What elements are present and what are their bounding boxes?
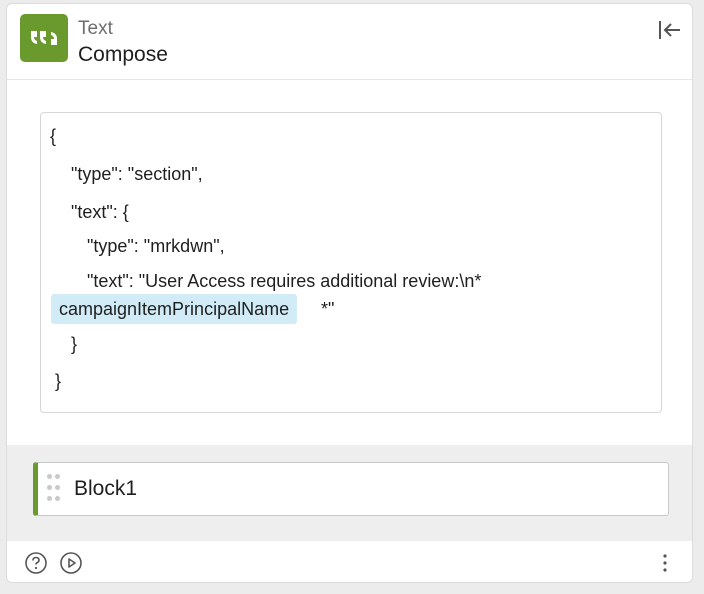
block-item[interactable]: Block1 — [33, 462, 669, 516]
action-title: Compose — [78, 43, 168, 66]
code-line: *" — [321, 299, 335, 319]
more-vertical-icon[interactable] — [655, 549, 675, 577]
code-line: } — [55, 371, 62, 391]
code-line: "text": "User Access requires additional… — [87, 271, 482, 291]
collapse-left-icon[interactable] — [656, 17, 684, 43]
app-category: Text — [78, 18, 113, 39]
compose-card: Text Compose { "type": "section", "text"… — [6, 3, 693, 583]
help-icon[interactable] — [24, 551, 48, 575]
code-line: } — [71, 334, 78, 354]
code-line: "type": "section", — [71, 164, 203, 184]
compose-inputs-editor[interactable]: { "type": "section", "text": { "type": "… — [40, 112, 662, 413]
block-area: Block1 — [7, 445, 692, 541]
code-line: { — [50, 126, 57, 146]
card-header: Text Compose — [7, 4, 692, 80]
card-footer — [7, 541, 692, 582]
code-line: "text": { — [71, 202, 129, 222]
drag-handle-icon[interactable] — [46, 474, 62, 504]
block-label: Block1 — [74, 477, 138, 500]
dynamic-content-token[interactable]: campaignItemPrincipalName — [51, 294, 298, 324]
play-icon[interactable] — [59, 551, 83, 575]
quote-icon — [20, 14, 68, 62]
code-line: "type": "mrkdwn", — [87, 236, 225, 256]
card-content: { "type": "section", "text": { "type": "… — [7, 80, 692, 445]
